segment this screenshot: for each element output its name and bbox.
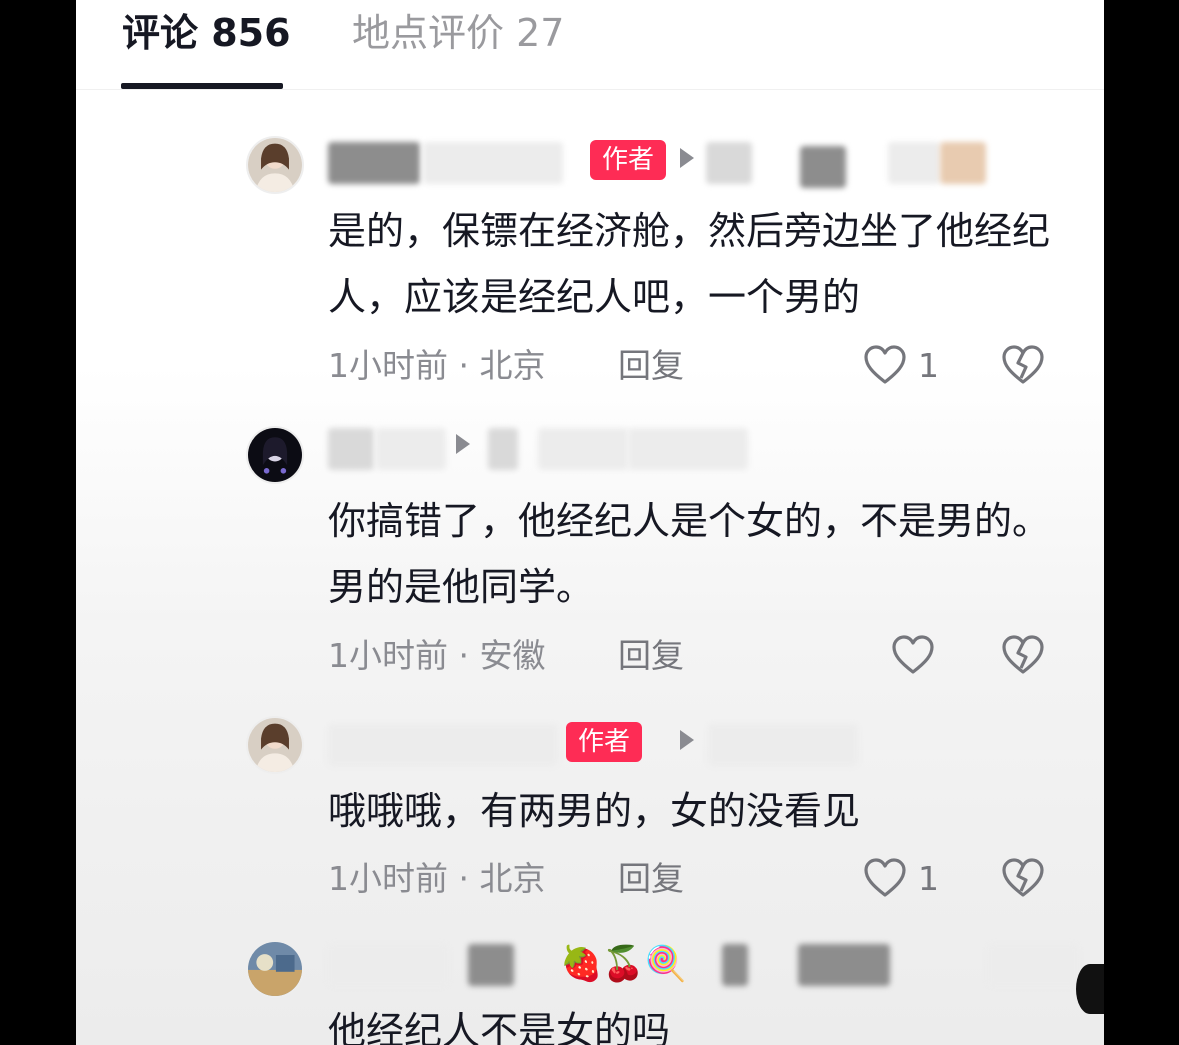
dislike-button[interactable] [1000,634,1046,676]
username-blurred [988,944,1078,986]
username-blurred [940,142,986,184]
author-badge: 作者 [566,722,643,762]
dislike-button[interactable] [1000,344,1046,386]
comment-time-location: 1小时前 · 安徽 [328,636,546,675]
avatar[interactable] [246,940,304,998]
username-blurred [628,428,748,470]
comment-text: 是的，保镖在经济舱，然后旁边坐了他经纪人，应该是经纪人吧，一个男的 [328,209,1051,319]
username-blurred [888,142,940,184]
comment-panel: 评论 856 地点评价 27 作者 是的，保镖在经济舱，然后旁边坐了他经纪人，应… [76,0,1104,1045]
like-button[interactable] [890,634,936,678]
username-blurred [328,944,448,986]
active-tab-indicator [121,83,283,89]
reply-button[interactable]: 回复 [618,344,684,388]
username-blurred [722,944,748,986]
username-blurred [468,944,514,986]
username-blurred [423,142,563,184]
scroll-handle[interactable] [1076,964,1104,1014]
author-badge: 作者 [590,140,667,180]
username-blurred [798,944,890,986]
username-blurred [800,146,846,188]
comment-time-location: 1小时前 · 北京 [328,346,546,385]
username-row[interactable]: 作者 [328,720,1058,770]
comment-text: 哦哦哦，有两男的，女的没看见 [328,789,861,833]
username-blurred [376,428,446,470]
comment-text: 他经纪人不是女的吗 [328,1009,671,1045]
heart-outline-icon [864,345,906,384]
comment-meta: 1小时前 · 北京 回复 1 [328,344,1068,388]
username-emojis: 🍓🍒🍭 [560,944,688,984]
play-triangle-icon [680,148,694,168]
like-count: 1 [918,859,939,898]
like-button[interactable] [862,857,908,901]
username-blurred [328,142,420,184]
username-row[interactable]: 作者 [328,138,1058,188]
like-count: 1 [918,346,939,385]
broken-heart-icon [1002,635,1044,674]
broken-heart-icon [1002,858,1044,897]
dislike-button[interactable] [1000,857,1046,899]
username-blurred [708,724,858,766]
comment-meta: 1小时前 · 安徽 回复 [328,634,1068,678]
letterbox-left [0,0,76,1045]
username-blurred [328,724,558,766]
comment-text: 你搞错了，他经纪人是个女的，不是男的。男的是他同学。 [328,499,1051,609]
comment-time-location: 1小时前 · 北京 [328,859,546,898]
tab-location-reviews[interactable]: 地点评价 27 [352,10,564,56]
tab-comments[interactable]: 评论 856 [122,10,291,56]
comment-meta: 1小时前 · 北京 回复 1 [328,857,1068,901]
play-triangle-icon [680,730,694,750]
avatar[interactable] [246,136,304,194]
like-button[interactable] [862,344,908,388]
play-triangle-icon [456,434,470,454]
avatar[interactable] [246,716,304,774]
heart-outline-icon [892,635,934,674]
tab-bar: 评论 856 地点评价 27 [76,0,1104,90]
reply-button[interactable]: 回复 [618,634,684,678]
broken-heart-icon [1002,345,1044,384]
reply-button[interactable]: 回复 [618,857,684,901]
username-blurred [706,142,752,184]
username-blurred [328,428,374,470]
username-row[interactable] [328,424,1058,474]
avatar[interactable] [246,426,304,484]
letterbox-right [1104,0,1179,1045]
username-blurred [488,428,518,470]
username-row[interactable]: 🍓🍒🍭 [328,940,1078,990]
username-blurred [538,428,628,470]
heart-outline-icon [864,858,906,897]
